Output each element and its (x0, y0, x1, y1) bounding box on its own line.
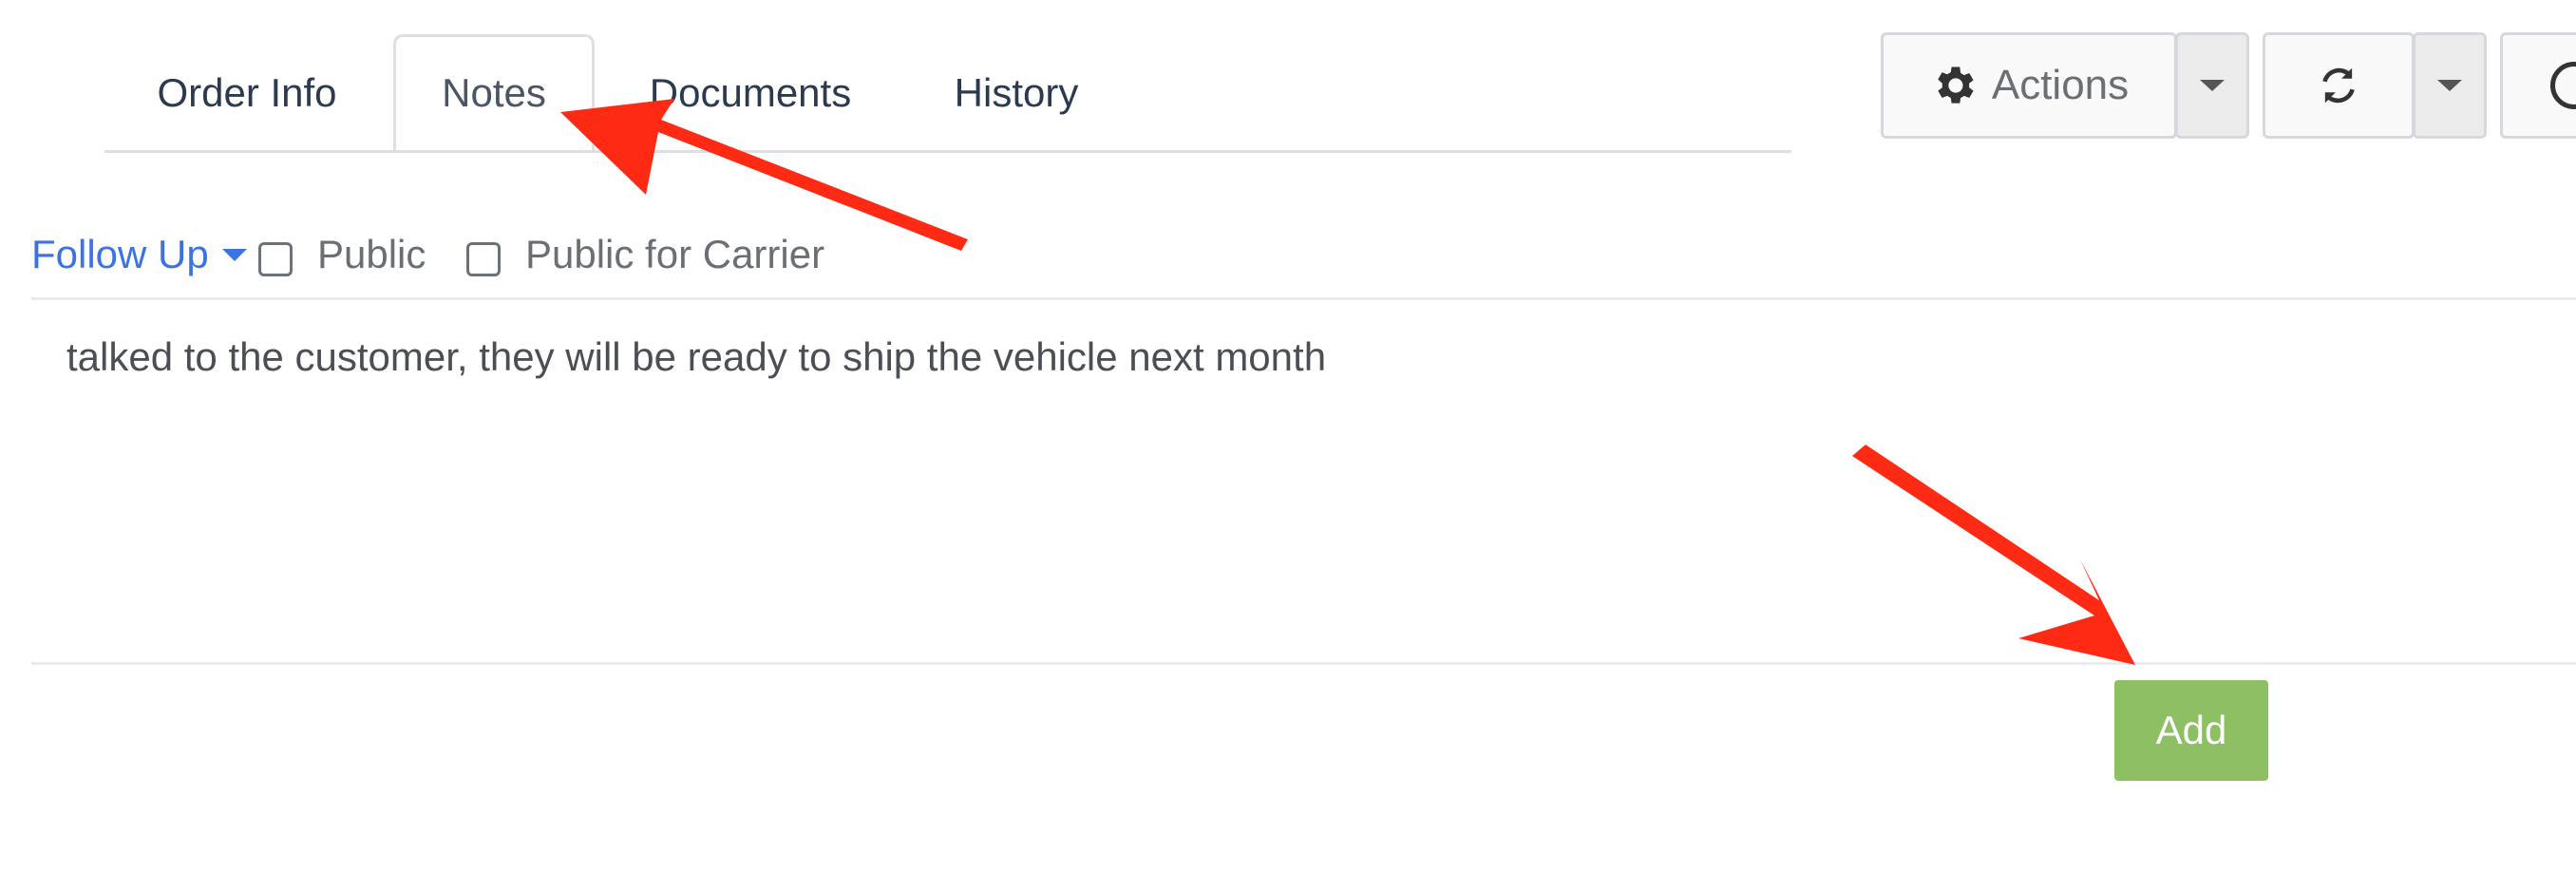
arrow-to-notes-tab (560, 99, 968, 251)
arrow-to-add-button (1852, 445, 2135, 665)
annotation-arrows (560, 99, 2135, 665)
